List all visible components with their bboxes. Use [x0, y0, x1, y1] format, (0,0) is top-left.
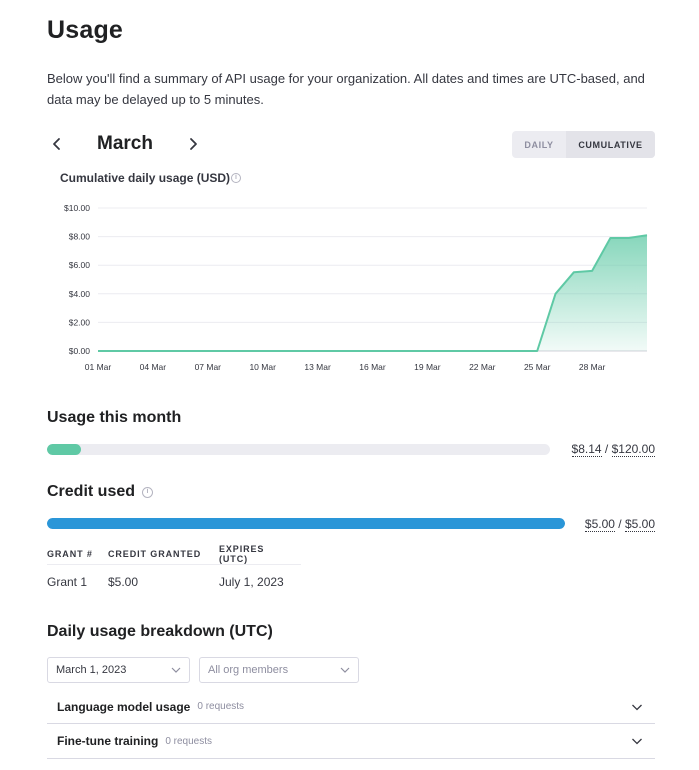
y-tick-label: $6.00	[69, 260, 91, 270]
grants-header-row: GRANT # CREDIT GRANTED EXPIRES (UTC)	[47, 544, 301, 565]
grant-number: Grant 1	[47, 574, 88, 589]
credit-amount: $5.00 / $5.00	[584, 517, 655, 532]
x-tick-label: 28 Mar	[579, 362, 606, 372]
accordion-title: Fine-tune training	[57, 734, 159, 748]
accordion-title: Language model usage	[57, 699, 191, 714]
x-tick-label: 04 Mar	[140, 362, 167, 372]
page-title: Usage	[47, 16, 124, 44]
y-tick-label: $2.00	[69, 317, 91, 327]
y-tick-label: $4.00	[69, 289, 91, 299]
accordion-count: 0 requests	[197, 701, 245, 712]
usage-used-value: $8.14	[571, 442, 602, 457]
chevron-down-icon	[632, 738, 642, 745]
credit-heading: Credit used	[47, 483, 136, 500]
date-select-value: March 1, 2023	[56, 664, 127, 676]
x-tick-label: 13 Mar	[304, 362, 331, 372]
x-tick-label: 01 Mar	[85, 362, 112, 372]
chevron-left-icon[interactable]	[48, 135, 66, 153]
credit-info-icon[interactable]: i	[142, 487, 153, 498]
toggle-daily[interactable]: DAILY	[512, 131, 566, 158]
grants-header-grant: GRANT #	[47, 544, 108, 565]
x-tick-label: 10 Mar	[249, 362, 276, 372]
accordion-count: 0 requests	[165, 735, 213, 747]
x-tick-label: 25 Mar	[524, 362, 551, 372]
grants-table: GRANT # CREDIT GRANTED EXPIRES (UTC) Gra…	[47, 544, 301, 599]
y-tick-label: $8.00	[69, 232, 91, 242]
x-tick-label: 07 Mar	[195, 362, 222, 372]
y-tick-label: $0.00	[69, 346, 91, 356]
toggle-cumulative[interactable]: CUMULATIVE	[566, 131, 655, 158]
usage-amount: $8.14 / $120.00	[571, 442, 655, 457]
usage-progress-fill	[47, 444, 82, 455]
usage-progress-track	[47, 444, 550, 455]
x-tick-label: 19 Mar	[414, 362, 441, 372]
usage-chart: $0.00 $2.00 $4.00 $6.00 $8.00 $10.00 01 Mar 04 …	[64, 203, 648, 372]
accordion-fine-tune[interactable]: Fine-tune training 0 requests	[47, 724, 655, 759]
member-select-value: All org members	[208, 664, 289, 676]
month-label: March	[97, 133, 153, 154]
date-select[interactable]: March 1, 2023	[47, 657, 190, 683]
credit-total-value: $5.00	[624, 517, 655, 532]
chart-title: Cumulative daily usage (USD)	[60, 171, 231, 185]
chevron-down-icon	[340, 667, 350, 673]
x-tick-label: 22 Mar	[469, 362, 496, 372]
y-tick-label: $10.00	[64, 203, 90, 213]
grants-header-expires: EXPIRES (UTC)	[219, 544, 301, 565]
usage-month-heading: Usage this month	[47, 409, 182, 426]
grant-expiry: July 1, 2023	[219, 574, 284, 589]
usage-limit-value: $120.00	[611, 442, 655, 457]
credit-progress-fill	[47, 518, 565, 529]
view-toggle: DAILY CUMULATIVE	[512, 131, 655, 158]
member-select[interactable]: All org members	[199, 657, 359, 683]
table-row: Grant 1 $5.00 July 1, 2023	[47, 565, 301, 599]
page-intro: Below you'll find a summary of API usage…	[47, 71, 645, 107]
breakdown-heading: Daily usage breakdown (UTC)	[47, 623, 273, 640]
accordion-language-model[interactable]: Language model usage 0 requests	[47, 690, 655, 724]
series-area	[98, 235, 647, 351]
credit-progress-track	[47, 518, 565, 529]
grant-amount: $5.00	[108, 574, 139, 589]
chevron-down-icon	[632, 704, 642, 711]
info-icon[interactable]: i	[231, 173, 241, 183]
chevron-down-icon	[171, 667, 181, 673]
x-tick-label: 16 Mar	[359, 362, 386, 372]
credit-separator: /	[618, 517, 622, 531]
chevron-right-icon[interactable]	[184, 135, 202, 153]
usage-separator: /	[604, 442, 609, 456]
credit-used-value: $5.00	[584, 517, 615, 532]
grants-header-credit: CREDIT GRANTED	[108, 544, 219, 565]
